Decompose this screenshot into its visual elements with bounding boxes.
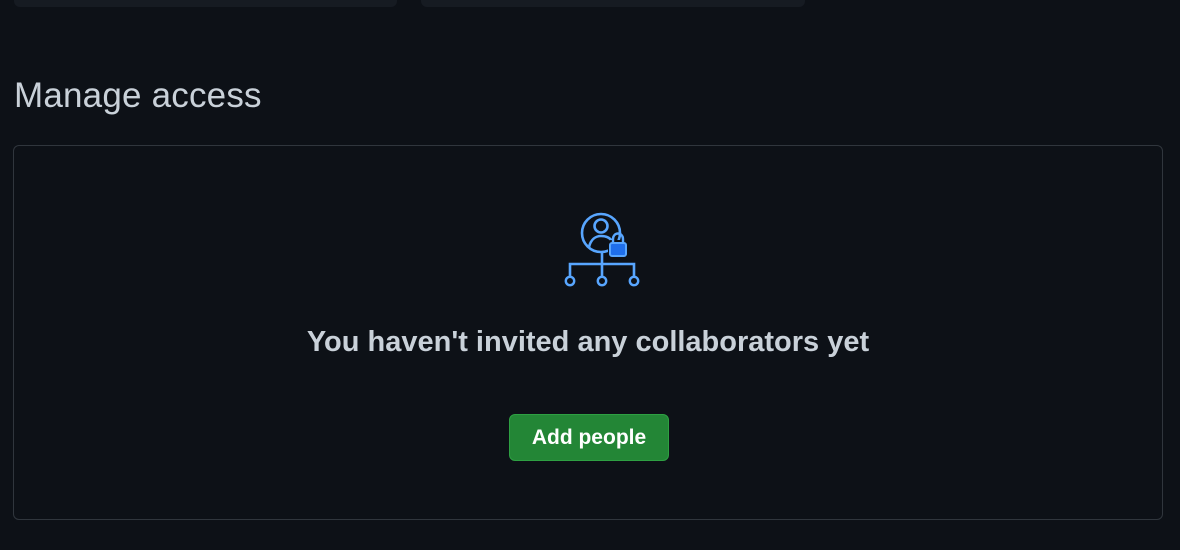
top-card-left	[14, 0, 397, 7]
empty-state-heading: You haven't invited any collaborators ye…	[306, 326, 870, 358]
add-people-button[interactable]: Add people	[509, 414, 669, 461]
page: Manage access You haven't invited any co…	[0, 0, 1180, 550]
top-card-right	[421, 0, 805, 7]
section-title: Manage access	[14, 76, 262, 115]
person-lock-network-icon	[564, 212, 640, 287]
collaborators-empty-state: You haven't invited any collaborators ye…	[13, 145, 1163, 520]
